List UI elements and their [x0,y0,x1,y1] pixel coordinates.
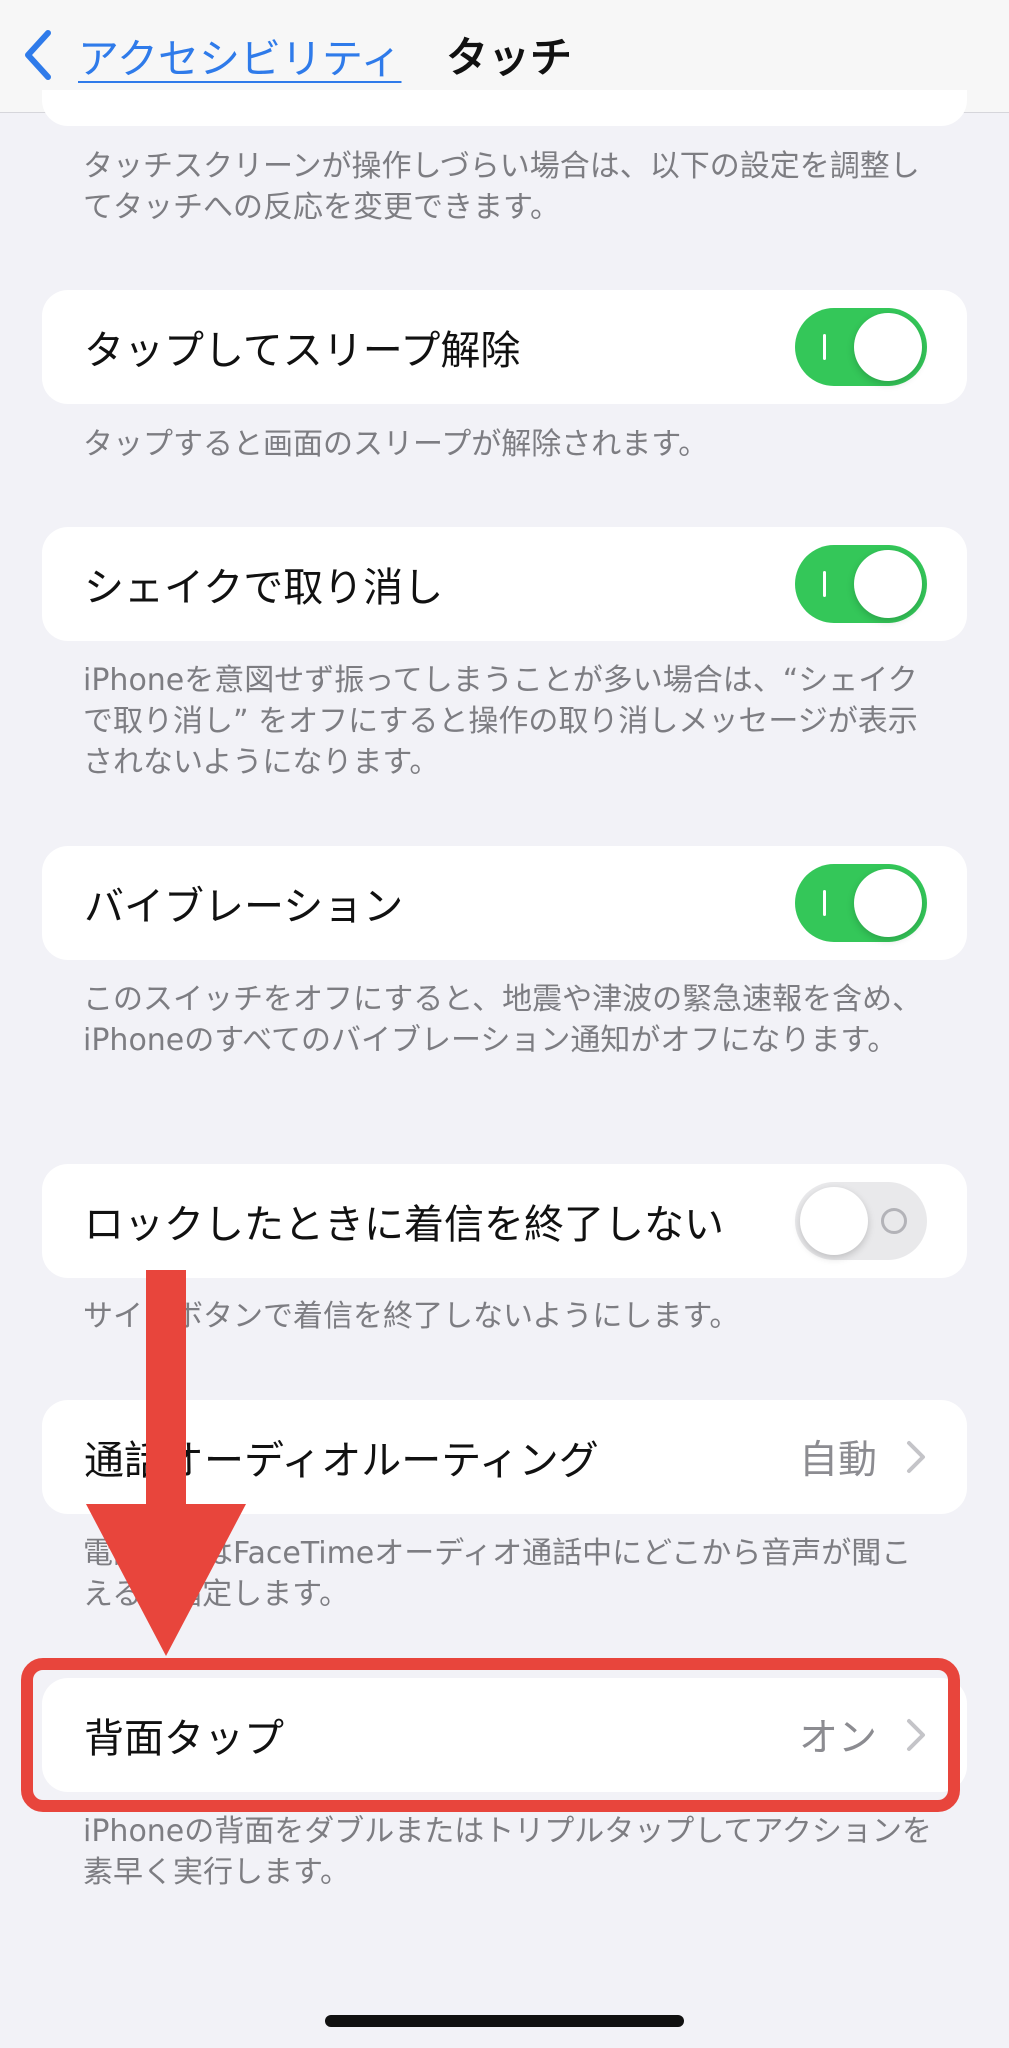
vibration-row: バイブレーション [42,846,967,960]
vibration-toggle[interactable] [795,864,927,942]
tap-to-wake-row: タップしてスリープ解除 [42,290,967,404]
previous-group-bottom [42,90,967,126]
back-tap-row[interactable]: 背面タップ オン [42,1678,967,1792]
shake-to-undo-toggle[interactable] [795,545,927,623]
shake-to-undo-description: iPhoneを意図せず振ってしまうことが多い場合は、“シェイクで取り消し” をオ… [83,663,918,780]
back-tap-label: 背面タップ [84,1716,284,1762]
prevent-lock-end-call-label: ロックしたときに着信を終了しない [84,1202,724,1248]
prevent-lock-end-call-row: ロックしたときに着信を終了しない [42,1164,967,1278]
call-audio-routing-description: 電話またはFaceTimeオーディオ通話中にどこから音声が聞こえるか指定します。 [83,1536,912,1612]
toggle-knob [854,869,922,937]
intro-description: タッチスクリーンが操作しづらい場合は、以下の設定を調整してタッチへの反応を変更で… [83,149,920,225]
toggle-knob [854,313,922,381]
vibration-description: このスイッチをオフにすると、地震や津波の緊急速報を含め、iPhoneのすべてのバ… [83,982,923,1058]
back-tap-value: オン [798,1716,877,1761]
chevron-left-icon [25,30,51,80]
vibration-label: バイブレーション [84,884,404,930]
tap-to-wake-description: タップすると画面のスリープが解除されます。 [83,427,709,462]
toggle-off-mark [881,1208,907,1234]
back-button[interactable]: アクセシビリティ [18,22,402,88]
toggle-on-mark [823,890,826,916]
home-indicator[interactable] [325,2015,684,2027]
toggle-on-mark [823,334,826,360]
page-title: タッチ [446,33,573,82]
chevron-right-icon [907,1719,925,1751]
toggle-knob [854,550,922,618]
back-tap-description: iPhoneの背面をダブルまたはトリプルタップしてアクションを素早く実行します。 [83,1814,932,1890]
prevent-lock-end-call-toggle[interactable] [795,1182,927,1260]
chevron-right-icon [907,1441,925,1473]
toggle-knob [800,1187,868,1255]
tap-to-wake-toggle[interactable] [795,308,927,386]
back-button-label: アクセシビリティ [78,35,402,83]
prevent-lock-end-call-description: サイドボタンで着信を終了しないようにします。 [83,1299,740,1334]
shake-to-undo-row: シェイクで取り消し [42,527,967,641]
tap-to-wake-label: タップしてスリープ解除 [84,328,521,374]
call-audio-routing-value: 自動 [798,1438,877,1483]
toggle-on-mark [823,571,826,597]
call-audio-routing-row[interactable]: 通話オーディオルーティング 自動 [42,1400,967,1514]
call-audio-routing-label: 通話オーディオルーティング [84,1438,599,1484]
shake-to-undo-label: シェイクで取り消し [84,565,444,611]
